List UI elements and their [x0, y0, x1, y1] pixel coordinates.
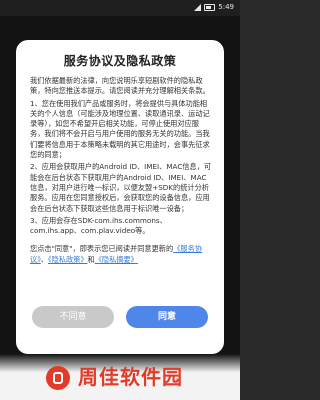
watermark: 周佳软件园	[0, 354, 240, 400]
battery-icon	[204, 3, 216, 11]
status-time: 5:49	[218, 3, 234, 11]
consent-separator: 、	[40, 254, 48, 264]
privacy-summary-link[interactable]: 《隐私摘要》	[95, 255, 138, 264]
privacy-dialog: 服务协议及隐私政策 我们依据最新的法律，向您说明乐享短剧软件的隐私政策，特向您推…	[16, 40, 224, 354]
consent-and: 和	[87, 254, 95, 264]
consent-prefix: 您点击"同意"，即表示您已阅读并同意更新的	[30, 244, 174, 254]
watermark-logo-icon	[46, 366, 70, 390]
status-icons: 5:49	[194, 3, 234, 11]
intro-paragraph: 我们依据最新的法律，向您说明乐享短剧软件的隐私政策，特向您推送本提示。请您阅读并…	[30, 76, 210, 96]
dialog-title: 服务协议及隐私政策	[63, 54, 177, 68]
disagree-button[interactable]: 不同意	[32, 306, 114, 328]
policy-item-3: 3、应用会存在SDK-com.ihs.commons、com.ihs.app、c…	[30, 215, 167, 236]
agree-button[interactable]: 同意	[126, 306, 208, 328]
policy-item-2: 2、应用会获取用户的Android ID、IMEI、MAC信息，可能会在后台状态…	[30, 162, 212, 213]
consent-text: 您点击"同意"，即表示您已阅读并同意更新的《服务协议》、《隐私政策》和《隐私摘要…	[30, 244, 212, 265]
signal-icon	[194, 3, 202, 11]
watermark-text: 周佳软件园	[78, 365, 183, 389]
privacy-policy-link[interactable]: 《隐私政策》	[48, 255, 88, 264]
dialog-actions: 不同意 同意	[16, 306, 224, 328]
status-bar: 5:49	[0, 0, 240, 16]
policy-item-1: 1、您在使用我们产品或服务时，将会提供与具体功能相关的个人信息（可能涉及地理位置…	[30, 98, 210, 160]
dialog-content[interactable]: 我们依据最新的法律，向您说明乐享短剧软件的隐私政策，特向您推送本提示。请您阅读并…	[30, 76, 212, 302]
